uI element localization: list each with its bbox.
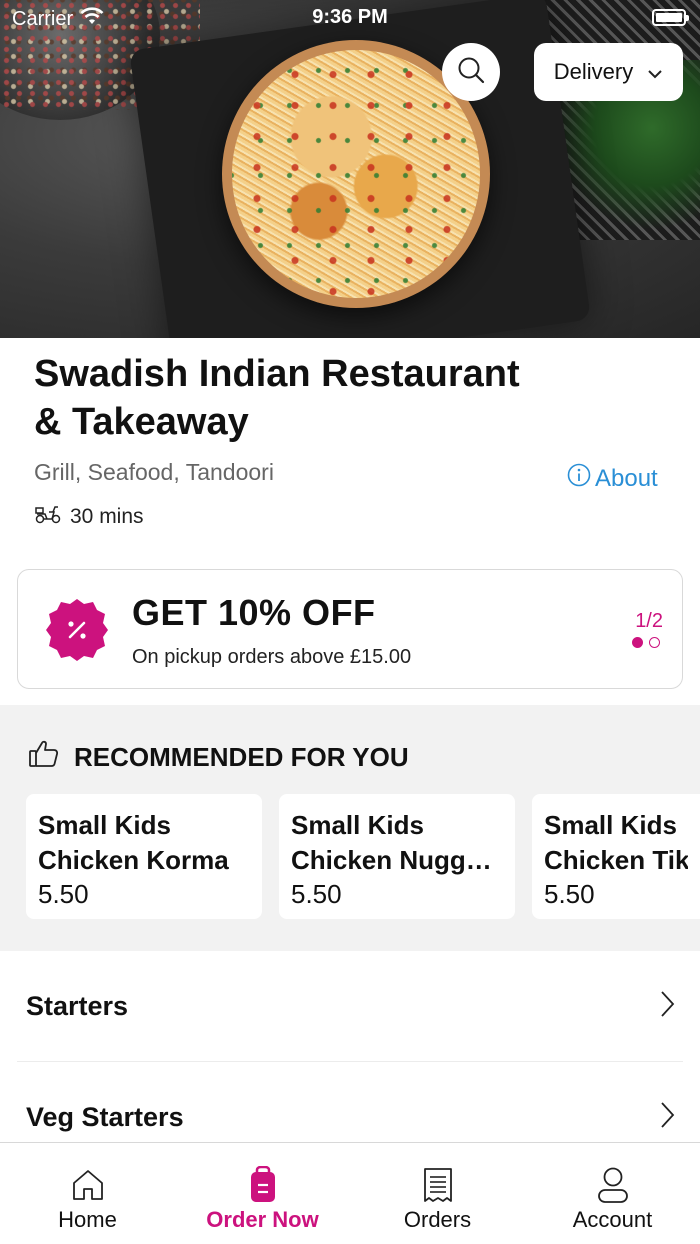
home-icon: [70, 1165, 106, 1205]
about-link[interactable]: About: [567, 463, 658, 494]
category-label: Veg Starters: [26, 1101, 184, 1132]
promo-page-dots[interactable]: [632, 637, 660, 648]
bottom-tab-bar: Home Order Now Orders Account: [0, 1142, 700, 1244]
category-row-starters[interactable]: Starters: [17, 951, 683, 1061]
recommended-item-name-line1: Small Kids: [544, 810, 677, 840]
restaurant-cuisines: Grill, Seafood, Tandoori: [34, 459, 274, 485]
recommended-heading: RECOMMENDED FOR YOU: [74, 742, 409, 772]
status-time: 9:36 PM: [312, 6, 388, 28]
delivery-mode-dropdown[interactable]: Delivery: [534, 43, 683, 101]
thumbs-up-icon: [28, 739, 60, 776]
status-bar: Carrier 9:36 PM: [0, 0, 700, 36]
about-label: About: [595, 464, 658, 492]
recommended-item-price: 5.50: [38, 879, 89, 909]
delivery-time-label: 30 mins: [70, 505, 144, 528]
promo-headline: GET 10% OFF: [132, 592, 376, 633]
chevron-down-icon: [647, 59, 663, 85]
recommended-item-name-line2: Chicken Tikka: [544, 845, 688, 875]
search-icon: [456, 55, 486, 90]
chevron-right-icon: [659, 990, 675, 1023]
promo-banner[interactable]: GET 10% OFF On pickup orders above £15.0…: [17, 569, 683, 689]
order-bag-icon: [247, 1165, 279, 1205]
tab-label: Account: [572, 1207, 653, 1232]
tab-label: Order Now: [206, 1207, 319, 1232]
recommended-heading-row: RECOMMENDED FOR YOU: [28, 739, 409, 776]
tab-label: Home: [58, 1207, 117, 1232]
recommended-item-name-line1: Small Kids: [38, 810, 171, 840]
delivery-scooter-icon: [34, 504, 62, 530]
delivery-mode-label: Delivery: [553, 59, 634, 84]
discount-badge-icon: [44, 597, 110, 663]
recommended-item[interactable]: Small Kids Chicken Nuggets 5.50: [279, 794, 515, 919]
tab-order-now[interactable]: Order Now: [175, 1143, 350, 1244]
promo-dot-2[interactable]: [649, 637, 660, 648]
tab-label: Orders: [403, 1207, 472, 1232]
restaurant-name: Swadish Indian Restaurant & Takeaway: [34, 353, 520, 443]
recommended-item-price: 5.50: [291, 879, 342, 909]
recommended-item-name-line2: Chicken Korma: [38, 845, 229, 875]
recommended-item[interactable]: Small Kids Chicken Tikka 5.50: [532, 794, 700, 919]
promo-pager: 1/2: [635, 610, 663, 632]
recommended-item-name-line2: Chicken Nuggets: [291, 845, 503, 875]
recommended-item-price: 5.50: [544, 879, 595, 909]
chevron-right-icon: [659, 1101, 675, 1134]
receipt-icon: [422, 1165, 454, 1205]
tab-home[interactable]: Home: [0, 1143, 175, 1244]
account-icon: [596, 1165, 630, 1205]
promo-dot-1[interactable]: [632, 637, 643, 648]
category-label: Starters: [26, 990, 129, 1021]
recommended-section: RECOMMENDED FOR YOU Small Kids Chicken K…: [0, 705, 700, 951]
info-icon: [567, 463, 591, 494]
search-button[interactable]: [442, 43, 500, 101]
delivery-time-row: 30 mins: [34, 504, 144, 530]
recommended-item-name-line1: Small Kids: [291, 810, 424, 840]
biryani-garnish: [232, 50, 480, 298]
recommended-item[interactable]: Small Kids Chicken Korma 5.50: [26, 794, 262, 919]
battery-icon: [652, 9, 689, 26]
tab-orders[interactable]: Orders: [350, 1143, 525, 1244]
tab-account[interactable]: Account: [525, 1143, 700, 1244]
promo-subtitle: On pickup orders above £15.00: [132, 646, 412, 668]
